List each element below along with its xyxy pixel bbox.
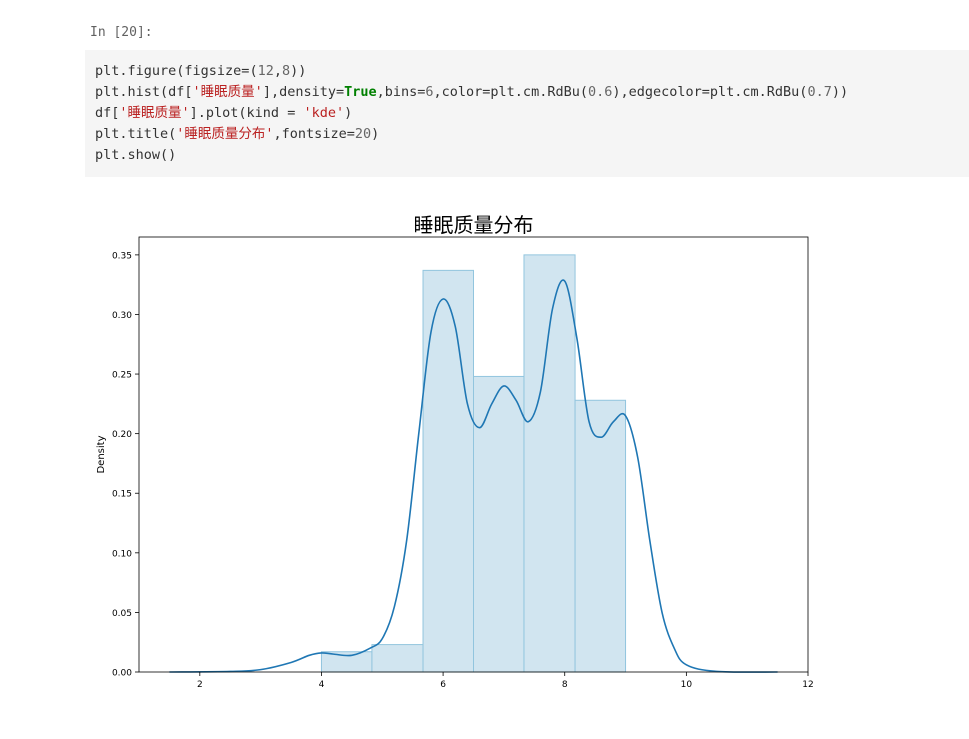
x-tick-label: 8 [562,680,568,690]
y-tick-label: 0.15 [112,490,132,500]
y-tick-label: 0.35 [112,251,132,261]
y-tick-label: 0.00 [112,669,132,679]
x-tick-label: 4 [319,680,325,690]
x-tick-label: 12 [802,680,813,690]
x-tick-label: 10 [681,680,693,690]
histogram-bar [574,399,627,673]
y-tick-label: 0.30 [112,311,132,321]
y-axis-label: Density [96,435,107,473]
y-tick-label: 0.10 [112,549,132,559]
y-tick-label: 0.25 [112,371,132,381]
histogram-bar [473,375,525,673]
x-tick-label: 2 [197,680,203,690]
chart-title: 睡眠质量分布 [414,213,534,237]
histogram-bar [523,254,576,673]
chart: 2 4 6 8 10 12 0.00 0.05 0.10 0.15 0.20 0.25 0.30 0.35… [96,213,814,690]
y-tick-label: 0.20 [112,430,132,440]
y-tick-label: 0.05 [112,609,132,619]
histogram-bar [371,644,424,673]
x-tick-label: 6 [440,680,446,690]
